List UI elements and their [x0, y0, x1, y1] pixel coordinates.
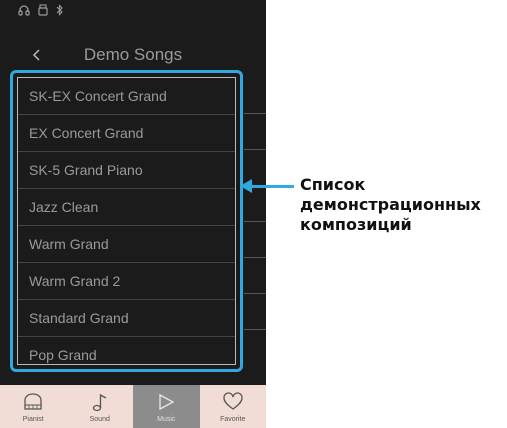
song-item-warm-grand[interactable]: Warm Grand [18, 226, 235, 263]
divider [244, 149, 266, 150]
nav-label: Sound [89, 416, 110, 423]
usb-drive-icon [38, 4, 48, 16]
demo-songs-highlight-frame: SK-EX Concert Grand EX Concert Grand SK-… [10, 70, 243, 372]
nav-label: Pianist [22, 416, 44, 423]
song-item-sk-ex-concert-grand[interactable]: SK-EX Concert Grand [18, 78, 235, 115]
nav-label: Favorite [220, 416, 246, 423]
nav-sound[interactable]: Sound [67, 385, 134, 428]
status-bar [18, 4, 64, 16]
callout-label: Список демонстрационных композиций [300, 175, 481, 234]
song-item-ex-concert-grand[interactable]: EX Concert Grand [18, 115, 235, 152]
piano-icon [24, 393, 42, 410]
play-icon [159, 393, 175, 411]
song-item-jazz-clean[interactable]: Jazz Clean [18, 189, 235, 226]
nav-music[interactable]: Music [133, 385, 200, 428]
song-item-standard-grand[interactable]: Standard Grand [18, 300, 235, 337]
divider [244, 257, 266, 258]
heart-icon [223, 392, 243, 410]
song-item-sk-5-grand-piano[interactable]: SK-5 Grand Piano [18, 152, 235, 189]
page-title: Demo Songs [83, 45, 183, 64]
nav-pianist[interactable]: Pianist [0, 385, 67, 428]
song-item-warm-grand-2[interactable]: Warm Grand 2 [18, 263, 235, 300]
divider [244, 221, 266, 222]
app-screen: Demo Songs SK-EX Concert Grand EX Concer… [0, 0, 266, 428]
divider [244, 113, 266, 114]
music-note-icon [92, 393, 107, 412]
demo-songs-list: SK-EX Concert Grand EX Concert Grand SK-… [17, 77, 236, 365]
song-item-pop-grand[interactable]: Pop Grand [18, 337, 235, 373]
nav-label: Music [157, 416, 176, 423]
callout-line [246, 185, 294, 188]
bottom-nav: Pianist Sound Music Favorite [0, 385, 266, 428]
headphones-icon [18, 5, 30, 16]
divider [244, 293, 266, 294]
top-bar: Demo Songs [0, 40, 266, 70]
divider [244, 329, 266, 330]
bluetooth-icon [56, 4, 63, 16]
nav-favorite[interactable]: Favorite [200, 385, 267, 428]
